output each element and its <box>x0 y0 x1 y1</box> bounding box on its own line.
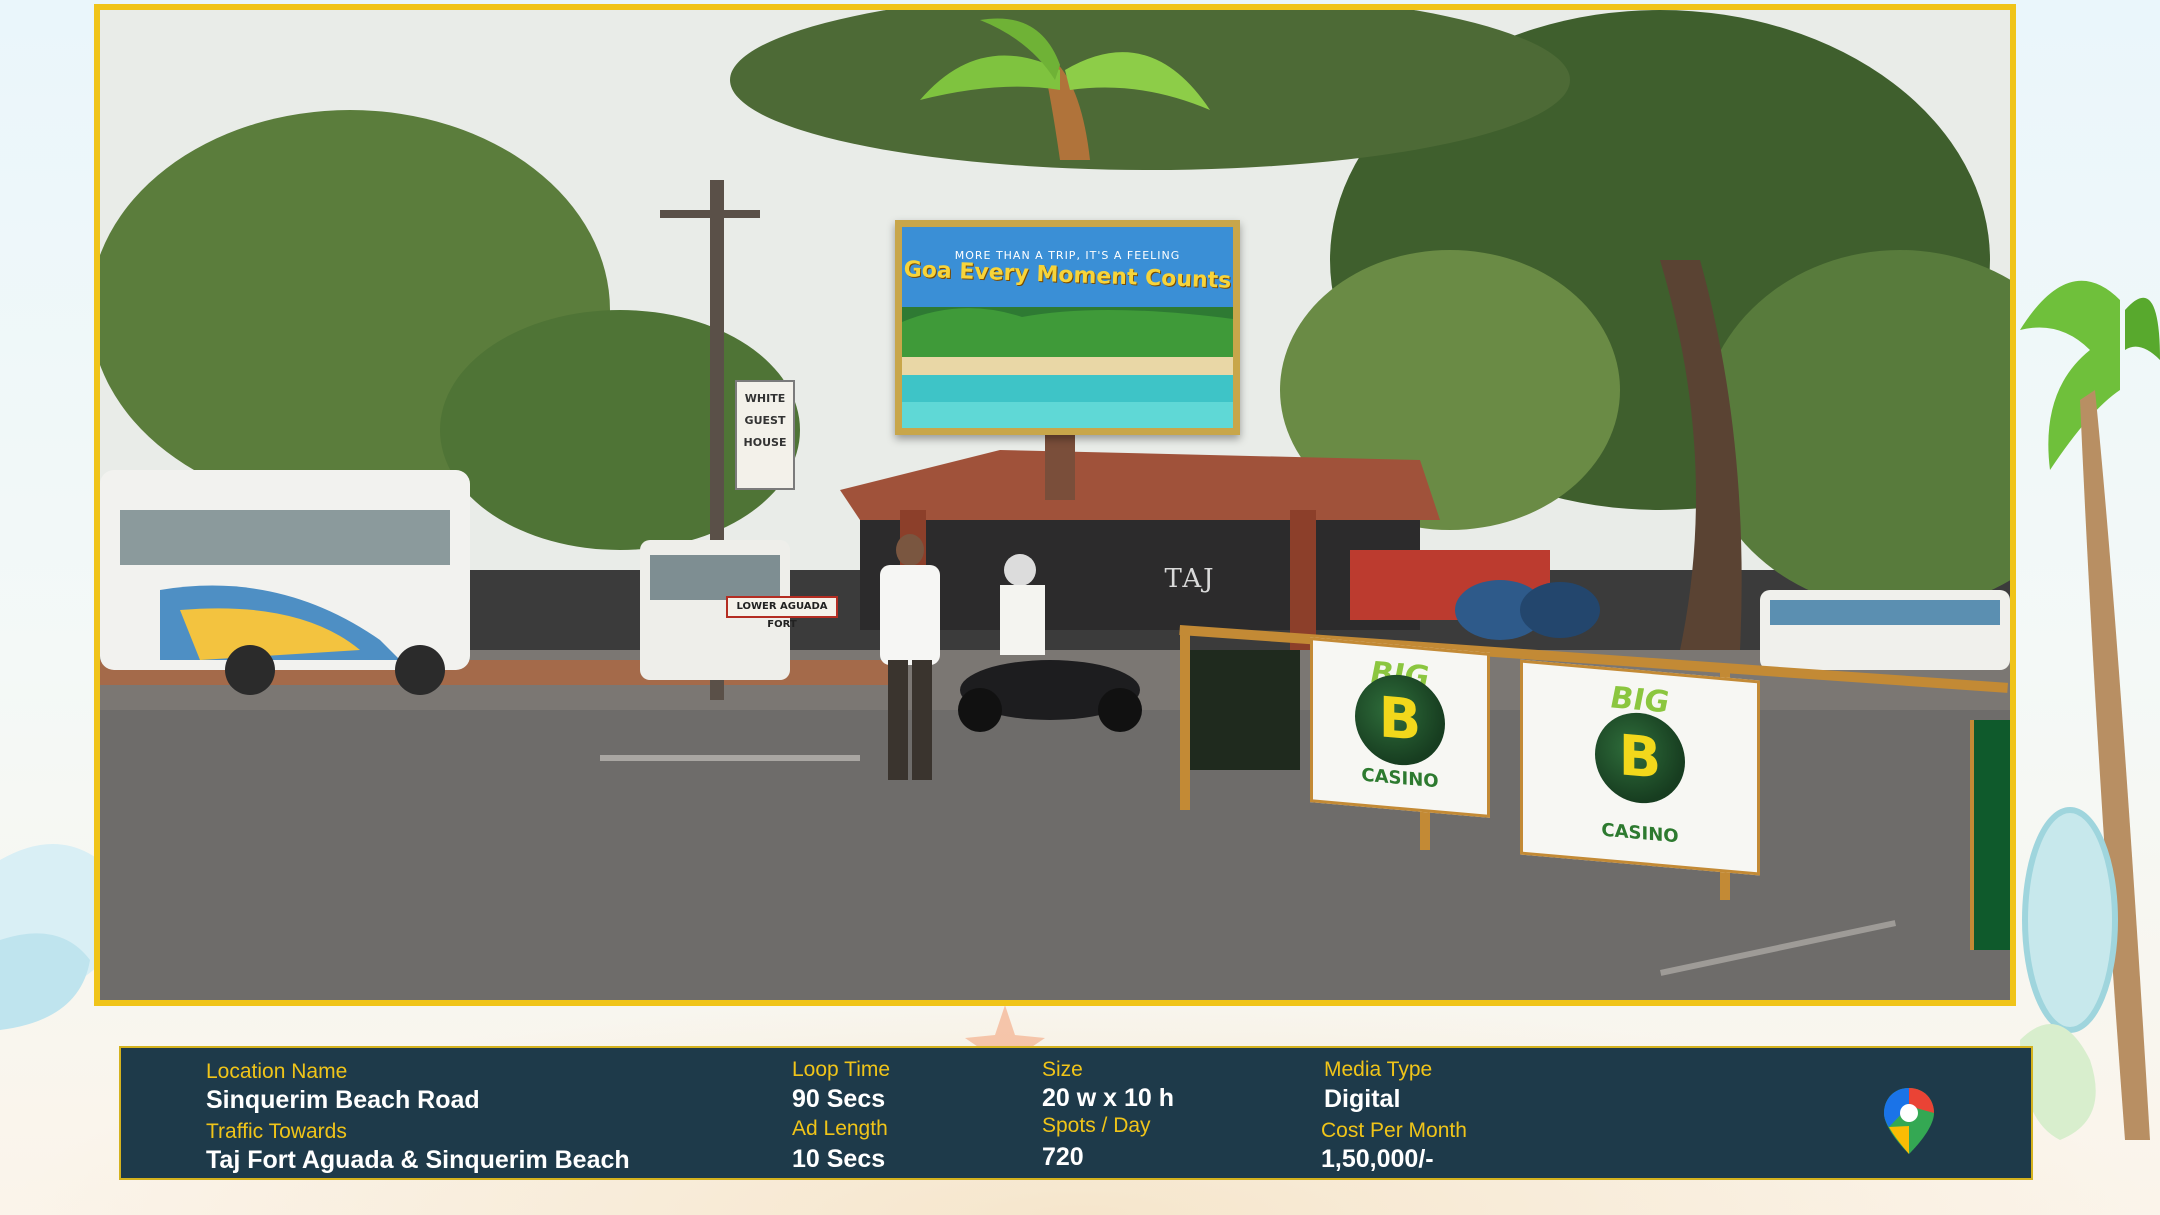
billboard-creative: MORE THAN A TRIP, IT'S A FEELING Goa Eve… <box>895 220 1240 435</box>
traffic-towards-value: Taj Fort Aguada & Sinquerim Beach <box>206 1146 630 1174</box>
aguada-fort-sign: LOWER AGUADA FORT <box>726 596 838 630</box>
banner-sub-text: CASINO <box>1601 819 1679 848</box>
site-info-bar: Location Name Sinquerim Beach Road Traff… <box>119 1046 2033 1180</box>
cost-per-month-value: 1,50,000/- <box>1321 1145 1434 1173</box>
green-casino-panel <box>1970 720 2010 950</box>
spots-per-day-label: Spots / Day <box>1042 1114 1151 1137</box>
size-value: 20 w x 10 h <box>1042 1084 1175 1112</box>
site-photo: WHITE GUEST HOUSE LOWER AGUADA FORT TAJ … <box>94 4 2016 1006</box>
ad-length-value: 10 Secs <box>792 1145 886 1173</box>
casino-banner: BIG B CASINO <box>1520 659 1760 876</box>
casino-banner: BIG B CASINO <box>1310 637 1490 818</box>
location-name-value: Sinquerim Beach Road <box>206 1086 480 1114</box>
loop-time-label: Loop Time <box>792 1058 891 1081</box>
taj-gate-sign: TAJ <box>1164 564 1216 594</box>
media-type-value: Digital <box>1324 1085 1401 1113</box>
loop-time-value: 90 Secs <box>792 1085 886 1113</box>
location-name-label: Location Name <box>206 1060 348 1083</box>
google-maps-pin-icon[interactable] <box>1881 1086 1937 1156</box>
guest-house-sign: WHITE GUEST HOUSE <box>735 380 795 490</box>
spots-per-day-value: 720 <box>1042 1143 1084 1171</box>
banner-sub-text: CASINO <box>1361 764 1439 793</box>
cost-per-month-label: Cost Per Month <box>1321 1119 1467 1142</box>
traffic-towards-label: Traffic Towards <box>206 1120 347 1143</box>
ad-length-label: Ad Length <box>792 1117 888 1140</box>
banner-logo: B <box>1595 709 1685 807</box>
size-label: Size <box>1042 1058 1083 1081</box>
media-type-label: Media Type <box>1324 1058 1433 1081</box>
